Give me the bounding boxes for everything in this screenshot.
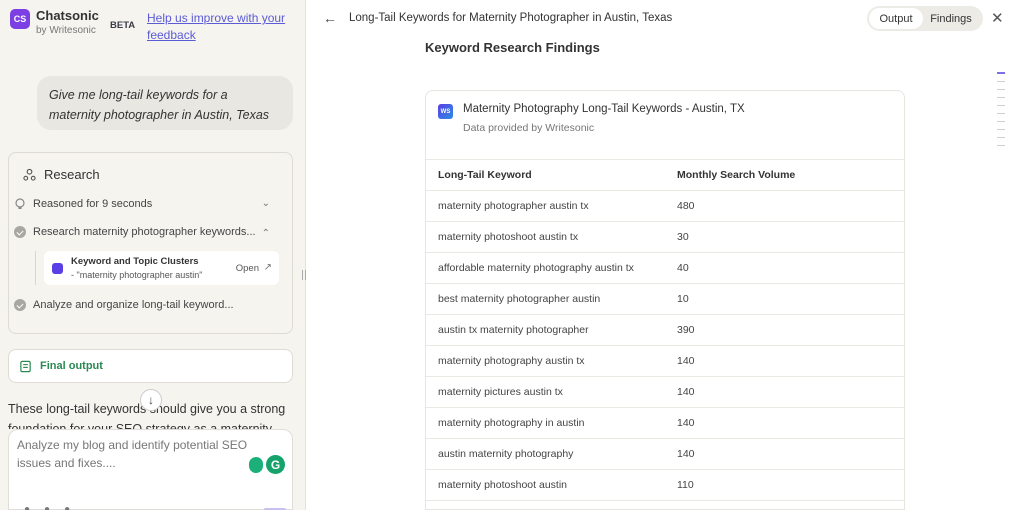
tab-output[interactable]: Output xyxy=(869,8,923,29)
close-icon[interactable]: ✕ xyxy=(991,9,1004,27)
table-row: best maternity photographer austin 10 xyxy=(426,283,904,315)
table-row: maternity photography in austin 140 xyxy=(426,407,904,439)
files-icon[interactable]: ● xyxy=(44,504,50,510)
table-row: maternity pictures austin tx 140 xyxy=(426,376,904,408)
research-icon xyxy=(23,168,36,181)
tool-card-keyword-clusters[interactable]: Keyword and Topic Clusters - "maternity … xyxy=(44,251,279,285)
keyword-cell: austin tx maternity photographer xyxy=(426,314,665,346)
chatsonic-logo-icon: CS xyxy=(10,9,30,29)
column-header-keyword: Long-Tail Keyword xyxy=(426,159,665,191)
chat-panel: CS Chatsonic by Writesonic BETA Help us … xyxy=(0,0,306,510)
step-research[interactable]: Research maternity photographer keywords… xyxy=(14,226,270,239)
section-heading: Keyword Research Findings xyxy=(425,40,600,55)
table-row: affordable maternity photography austin … xyxy=(426,252,904,284)
final-output-label: Final output xyxy=(40,360,103,372)
volume-cell: 390 xyxy=(665,314,904,346)
table-row: maternity photoshoot austin tx 30 xyxy=(426,221,904,253)
keyword-cell: affordable maternity photography austin … xyxy=(426,252,665,284)
back-arrow-icon[interactable]: ← xyxy=(323,10,337,26)
volume-cell: 30 xyxy=(665,221,904,253)
step-label: Analyze and organize long-tail keyword..… xyxy=(33,299,234,311)
keyword-cell: maternity photography in austin xyxy=(426,407,665,439)
keyword-cell: maternity photoshoot austin tx xyxy=(426,221,665,253)
scroll-minimap[interactable] xyxy=(997,72,1005,153)
volume-cell: 110 xyxy=(665,469,904,501)
research-title: Research xyxy=(44,167,100,182)
step-connector xyxy=(35,251,36,285)
volume-cell: 140 xyxy=(665,438,904,470)
check-icon xyxy=(14,299,26,311)
view-toggle: Output Findings xyxy=(867,6,983,31)
keyword-cell: maternity photographer austin tx xyxy=(426,190,665,222)
volume-cell xyxy=(665,500,904,509)
table-row: austin tx maternity photographer 390 xyxy=(426,314,904,346)
beta-badge: BETA xyxy=(110,20,136,31)
card-title: Maternity Photography Long-Tail Keywords… xyxy=(463,103,745,115)
volume-cell: 480 xyxy=(665,190,904,222)
grammarly-icon[interactable]: G xyxy=(266,455,285,474)
volume-cell: 140 xyxy=(665,407,904,439)
output-panel: ← Long-Tail Keywords for Maternity Photo… xyxy=(307,0,1024,510)
feedback-link[interactable]: Help us improve with your feedback xyxy=(147,10,287,44)
panel-resize-handle[interactable] xyxy=(302,270,306,280)
tool-title: Keyword and Topic Clusters xyxy=(71,256,199,267)
open-button[interactable]: Open xyxy=(236,263,259,274)
research-header[interactable]: Research xyxy=(23,167,100,182)
step-label: Reasoned for 9 seconds xyxy=(33,198,153,210)
chevron-down-icon[interactable]: ⌄ xyxy=(262,198,270,209)
user-message: Give me long-tail keywords for a materni… xyxy=(37,76,293,130)
column-header-volume: Monthly Search Volume xyxy=(665,159,904,191)
table-row: maternity photoshoot austin 110 xyxy=(426,469,904,501)
tool-query: - "maternity photographer austin" xyxy=(71,270,203,280)
attach-icon[interactable]: ● xyxy=(24,504,30,510)
card-subtitle: Data provided by Writesonic xyxy=(463,122,595,134)
keyword-cell: austin maternity photography xyxy=(426,438,665,470)
scroll-down-button[interactable]: ↓ xyxy=(140,389,162,411)
writesonic-tool-icon xyxy=(52,263,63,274)
brand: CS Chatsonic by Writesonic xyxy=(10,8,99,36)
volume-cell: 40 xyxy=(665,252,904,284)
link-icon[interactable]: ● xyxy=(64,504,70,510)
message-composer: G ● ● ● xyxy=(8,429,293,510)
expand-icon[interactable]: ↗ xyxy=(264,262,272,273)
message-input[interactable] xyxy=(17,436,253,476)
scroll-document-icon xyxy=(20,360,31,372)
writesonic-logo-icon: WS xyxy=(438,104,453,119)
arrow-down-icon: ↓ xyxy=(148,393,154,407)
volume-cell: 140 xyxy=(665,345,904,377)
check-icon xyxy=(14,226,26,238)
keyword-card: WS Maternity Photography Long-Tail Keywo… xyxy=(425,90,905,510)
keyword-cell: best maternity photographer austin xyxy=(426,283,665,315)
app-name: Chatsonic xyxy=(36,8,99,23)
table-row: maternity photographer austin tx 480 xyxy=(426,190,904,222)
step-label: Research maternity photographer keywords… xyxy=(33,226,256,238)
keyword-table: Long-Tail Keyword Monthly Search Volume … xyxy=(426,159,904,509)
final-output-item[interactable]: Final output xyxy=(8,349,293,383)
table-row xyxy=(426,500,904,509)
keyword-cell: maternity photoshoot austin xyxy=(426,469,665,501)
chevron-up-icon[interactable]: ⌃ xyxy=(262,228,270,239)
keyword-cell: maternity pictures austin tx xyxy=(426,376,665,408)
step-analyze[interactable]: Analyze and organize long-tail keyword..… xyxy=(14,299,270,311)
step-reasoned[interactable]: Reasoned for 9 seconds ⌄ xyxy=(14,198,270,210)
table-header-row: Long-Tail Keyword Monthly Search Volume xyxy=(426,159,904,191)
document-title: Long-Tail Keywords for Maternity Photogr… xyxy=(349,12,673,24)
volume-cell: 140 xyxy=(665,376,904,408)
app-byline: by Writesonic xyxy=(36,25,96,36)
lightbulb-icon xyxy=(15,198,25,209)
idea-icon[interactable] xyxy=(249,457,263,473)
volume-cell: 10 xyxy=(665,283,904,315)
tab-findings[interactable]: Findings xyxy=(923,8,979,29)
keyword-cell: maternity photography austin tx xyxy=(426,345,665,377)
table-row: austin maternity photography 140 xyxy=(426,438,904,470)
table-row: maternity photography austin tx 140 xyxy=(426,345,904,377)
keyword-cell xyxy=(426,500,665,509)
